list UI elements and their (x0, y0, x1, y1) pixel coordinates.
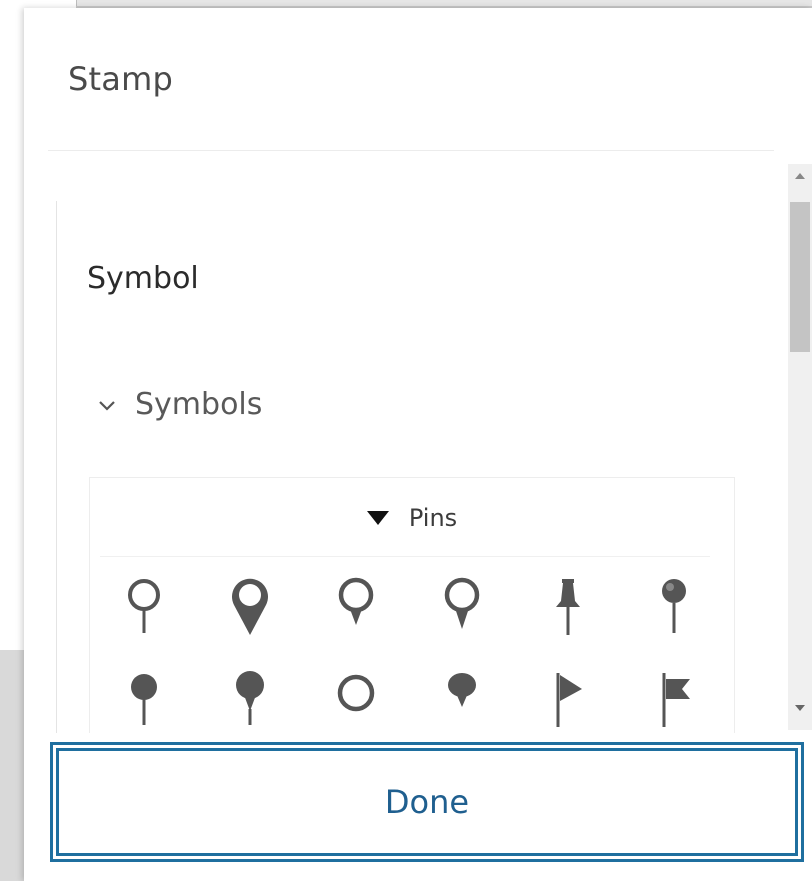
panel-scrollbar[interactable] (788, 164, 812, 730)
category-dropdown[interactable]: Pins (90, 498, 734, 538)
symbol-item[interactable] (316, 660, 396, 733)
flag-swallowtail-icon (662, 673, 690, 727)
pushpin-icon (556, 579, 580, 635)
dialog-title: Stamp (68, 60, 173, 98)
symbol-item[interactable] (104, 568, 184, 648)
caret-down-icon (366, 511, 389, 525)
pin-outline-bold-icon (232, 578, 268, 635)
pin-filled-round-icon (131, 674, 157, 725)
symbol-item[interactable] (210, 568, 290, 648)
scroll-down-button[interactable] (788, 696, 812, 720)
symbol-scroll-area: Symbol Symbols Pins (48, 150, 774, 733)
symbol-item[interactable] (210, 660, 290, 733)
arrow-up-icon (795, 173, 805, 179)
pin-outline-medium-icon (338, 577, 374, 625)
symbols-section-label: Symbols (135, 387, 263, 422)
stamp-dialog: Stamp Symbol Symbols Pins Done (24, 8, 812, 881)
pin-outline-thin-icon (128, 579, 160, 633)
background-tab (0, 0, 77, 8)
symbol-item[interactable] (422, 568, 502, 648)
symbol-item[interactable] (104, 660, 184, 733)
pin-outline-tapered-icon (444, 577, 480, 629)
symbol-gallery: Pins (89, 477, 735, 733)
map-tack-icon (662, 579, 686, 633)
done-button[interactable]: Done (50, 742, 804, 862)
gallery-divider (100, 556, 710, 557)
symbol-heading: Symbol (87, 261, 199, 296)
scroll-up-button[interactable] (788, 164, 812, 188)
symbol-item[interactable] (634, 660, 714, 733)
category-label: Pins (408, 504, 458, 532)
symbol-item[interactable] (528, 660, 608, 733)
pin-filled-flat-icon (448, 673, 476, 707)
chevron-down-icon (99, 400, 115, 411)
arrow-down-icon (795, 705, 805, 711)
symbol-item[interactable] (422, 660, 502, 733)
scrollbar-thumb[interactable] (790, 202, 810, 352)
flag-pennant-icon (556, 673, 582, 727)
pin-filled-large-icon (236, 671, 264, 725)
symbol-item[interactable] (634, 568, 714, 648)
symbols-section-toggle[interactable]: Symbols (95, 387, 262, 422)
symbol-item[interactable] (528, 568, 608, 648)
symbol-card: Symbol Symbols Pins (56, 201, 773, 733)
symbol-item[interactable] (316, 568, 396, 648)
pin-ring-icon (337, 674, 375, 712)
